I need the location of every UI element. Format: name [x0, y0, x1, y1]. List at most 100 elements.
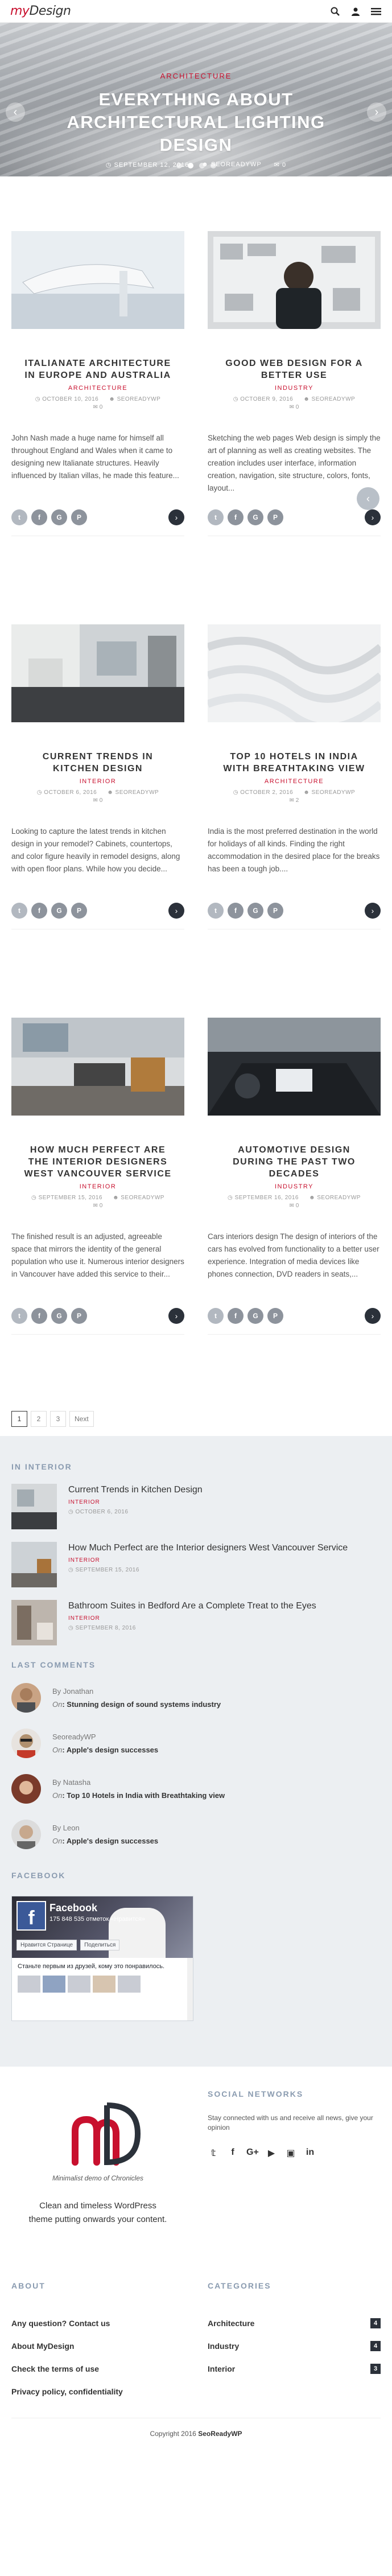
- slider-dot-active[interactable]: [187, 163, 193, 168]
- post-author[interactable]: ☻ SEOREADYWP: [309, 1195, 361, 1201]
- read-more-arrow-icon[interactable]: ›: [168, 509, 184, 525]
- post-category[interactable]: INTERIOR: [11, 778, 184, 785]
- google-plus-share-icon[interactable]: G: [247, 509, 263, 525]
- post-thumbnail[interactable]: [208, 624, 381, 722]
- recent-post-thumbnail[interactable]: [11, 1484, 57, 1529]
- post-comments[interactable]: ✉ 0: [11, 1203, 184, 1209]
- pinterest-share-icon[interactable]: P: [267, 903, 283, 919]
- linkedin-icon[interactable]: in: [304, 2147, 316, 2159]
- user-icon[interactable]: [350, 6, 361, 17]
- recent-post-category[interactable]: INTERIOR: [68, 1615, 316, 1622]
- comment-post-link[interactable]: On: Apple's design successes: [52, 1746, 158, 1754]
- slider-next-arrow-icon[interactable]: ›: [367, 102, 386, 122]
- post-thumbnail[interactable]: [208, 231, 381, 329]
- post-thumbnail[interactable]: [11, 624, 184, 722]
- site-logo[interactable]: myDesign: [10, 4, 71, 18]
- menu-icon[interactable]: [370, 6, 382, 17]
- twitter-share-icon[interactable]: t: [208, 1308, 224, 1324]
- post-category[interactable]: INDUSTRY: [208, 385, 381, 392]
- post-comments[interactable]: ✉ 0: [11, 797, 184, 804]
- slider-dot[interactable]: [210, 163, 216, 168]
- category-architecture-link[interactable]: Architecture 4: [208, 2312, 381, 2335]
- facebook-share-icon[interactable]: f: [228, 903, 244, 919]
- category-industry-link[interactable]: Industry 4: [208, 2335, 381, 2357]
- privacy-link[interactable]: Privacy policy, confidentiality: [11, 2380, 184, 2403]
- post-thumbnail[interactable]: [11, 1018, 184, 1116]
- about-mydesign-link[interactable]: About MyDesign: [11, 2335, 184, 2357]
- google-plus-share-icon[interactable]: G: [51, 1308, 67, 1324]
- post-title[interactable]: AUTOMOTIVE DESIGN DURING THE PAST TWO DE…: [208, 1144, 381, 1180]
- recent-post-title[interactable]: Bathroom Suites in Bedford Are a Complet…: [68, 1600, 316, 1612]
- post-title[interactable]: ITALIANATE ARCHITECTURE IN EUROPE AND AU…: [11, 357, 184, 381]
- post-category[interactable]: INTERIOR: [11, 1183, 184, 1190]
- hero-title[interactable]: EVERYTHING ABOUT ARCHITECTURAL LIGHTING …: [0, 88, 392, 157]
- facebook-share-icon[interactable]: f: [228, 1308, 244, 1324]
- avatar[interactable]: [11, 1683, 41, 1713]
- terms-link[interactable]: Check the terms of use: [11, 2357, 184, 2380]
- scroll-up-arrow-icon[interactable]: ‹: [357, 487, 379, 510]
- twitter-share-icon[interactable]: t: [11, 509, 27, 525]
- comment-post-link[interactable]: On: Apple's design successes: [52, 1837, 158, 1845]
- hero-category[interactable]: ARCHITECTURE: [0, 72, 392, 80]
- post-title[interactable]: TOP 10 HOTELS IN INDIA WITH BREATHTAKING…: [208, 751, 381, 775]
- search-icon[interactable]: [329, 6, 341, 17]
- pinterest-share-icon[interactable]: P: [71, 903, 87, 919]
- page-1-link[interactable]: 1: [11, 1411, 27, 1427]
- pinterest-share-icon[interactable]: P: [71, 1308, 87, 1324]
- recent-post-category[interactable]: INTERIOR: [68, 1499, 203, 1505]
- facebook-scrollbar[interactable]: [187, 1958, 193, 2021]
- facebook-page-widget[interactable]: f Facebook 175 848 535 отметок «Нравится…: [11, 1896, 193, 2021]
- twitter-icon[interactable]: 𝕥: [208, 2147, 219, 2159]
- recent-post-title[interactable]: How Much Perfect are the Interior design…: [68, 1542, 348, 1554]
- avatar[interactable]: [11, 1729, 41, 1758]
- read-more-arrow-icon[interactable]: ›: [365, 509, 381, 525]
- google-plus-share-icon[interactable]: G: [51, 903, 67, 919]
- post-comments[interactable]: ✉ 0: [11, 404, 184, 410]
- post-comments[interactable]: ✉ 2: [208, 797, 381, 804]
- page-3-link[interactable]: 3: [50, 1411, 66, 1427]
- pinterest-share-icon[interactable]: P: [267, 1308, 283, 1324]
- instagram-icon[interactable]: ▣: [285, 2147, 296, 2159]
- google-plus-share-icon[interactable]: G: [247, 903, 263, 919]
- post-thumbnail[interactable]: [208, 1018, 381, 1116]
- post-category[interactable]: INDUSTRY: [208, 1183, 381, 1190]
- pinterest-share-icon[interactable]: P: [267, 509, 283, 525]
- comment-post-link[interactable]: On: Top 10 Hotels in India with Breathta…: [52, 1791, 225, 1800]
- post-author[interactable]: ☻ SEOREADYWP: [113, 1195, 164, 1201]
- contact-link[interactable]: Any question? Contact us: [11, 2312, 184, 2335]
- recent-post-thumbnail[interactable]: [11, 1600, 57, 1645]
- youtube-icon[interactable]: ▶: [266, 2147, 277, 2159]
- read-more-arrow-icon[interactable]: ›: [168, 1308, 184, 1324]
- google-plus-share-icon[interactable]: G: [247, 1308, 263, 1324]
- avatar[interactable]: [11, 1820, 41, 1849]
- read-more-arrow-icon[interactable]: ›: [365, 903, 381, 919]
- post-category[interactable]: ARCHITECTURE: [11, 385, 184, 392]
- post-comments[interactable]: ✉ 0: [208, 1203, 381, 1209]
- facebook-share-icon[interactable]: f: [31, 1308, 47, 1324]
- post-title[interactable]: HOW MUCH PERFECT ARE THE INTERIOR DESIGN…: [11, 1144, 184, 1180]
- post-category[interactable]: ARCHITECTURE: [208, 778, 381, 785]
- slider-dot[interactable]: [199, 163, 205, 168]
- hero-slider[interactable]: ‹ › ARCHITECTURE EVERYTHING ABOUT ARCHIT…: [0, 23, 392, 176]
- facebook-share-button[interactable]: Поделиться: [80, 1940, 120, 1950]
- copyright-brand-link[interactable]: SeoReadyWP: [198, 2430, 242, 2438]
- page-2-link[interactable]: 2: [31, 1411, 47, 1427]
- facebook-share-icon[interactable]: f: [31, 903, 47, 919]
- post-title[interactable]: CURRENT TRENDS IN KITCHEN DESIGN: [11, 751, 184, 775]
- avatar[interactable]: [11, 1774, 41, 1804]
- post-author[interactable]: ☻ SEOREADYWP: [109, 396, 160, 402]
- facebook-page-name[interactable]: Facebook: [49, 1902, 97, 1914]
- slider-dot[interactable]: [176, 163, 182, 168]
- facebook-share-icon[interactable]: f: [31, 509, 47, 525]
- facebook-like-button[interactable]: Нравится Странице: [16, 1940, 77, 1950]
- post-comments[interactable]: ✉ 0: [208, 404, 381, 410]
- post-author[interactable]: ☻ SEOREADYWP: [303, 396, 355, 402]
- slider-prev-arrow-icon[interactable]: ‹: [6, 102, 25, 122]
- comment-post-link[interactable]: On: Stunning design of sound systems ind…: [52, 1700, 221, 1709]
- read-more-arrow-icon[interactable]: ›: [365, 1308, 381, 1324]
- post-author[interactable]: ☻ SEOREADYWP: [107, 789, 159, 796]
- read-more-arrow-icon[interactable]: ›: [168, 903, 184, 919]
- recent-post-thumbnail[interactable]: [11, 1542, 57, 1587]
- pinterest-share-icon[interactable]: P: [71, 509, 87, 525]
- recent-post-category[interactable]: INTERIOR: [68, 1557, 348, 1563]
